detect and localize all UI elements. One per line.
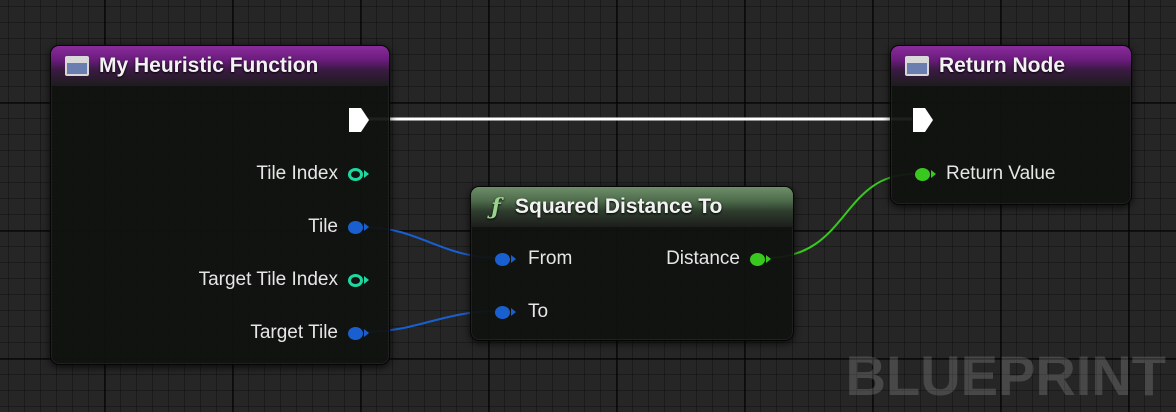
function-node-title: Squared Distance To [515, 195, 723, 218]
vector-pin-icon[interactable] [495, 305, 510, 319]
pin-arrow-icon [766, 255, 771, 263]
pin-label: Target Tile [250, 322, 338, 343]
pin-row-target-tile-index[interactable]: Target Tile Index [199, 267, 369, 293]
pin-arrow-icon [364, 276, 369, 284]
pin-row-to[interactable]: To [495, 299, 548, 325]
function-icon: ƒ [491, 194, 501, 220]
entry-node-header[interactable]: My Heuristic Function [51, 46, 389, 86]
pin-label: Tile [308, 216, 338, 237]
pin-row-return-value[interactable]: Return Value [915, 161, 1056, 187]
pin-row-target-tile[interactable]: Target Tile [250, 320, 369, 346]
function-result-icon [905, 56, 929, 76]
return-node[interactable]: Return Node Return Value [890, 45, 1132, 205]
function-entry-icon [65, 56, 89, 76]
pin-arrow-icon [511, 255, 516, 263]
vector-pin-icon[interactable] [348, 326, 363, 340]
entry-node[interactable]: My Heuristic Function Tile Index Tile Ta… [50, 45, 390, 365]
pin-row-distance[interactable]: Distance [666, 246, 771, 272]
integer-pin-icon[interactable] [348, 273, 363, 287]
pin-row-tile-index[interactable]: Tile Index [256, 161, 369, 187]
squared-distance-node[interactable]: ƒ Squared Distance To From To Distance [470, 186, 794, 341]
exec-output-pin-icon[interactable] [349, 108, 369, 132]
pin-label: From [528, 248, 573, 269]
pin-row-from[interactable]: From [495, 246, 572, 272]
return-node-title: Return Node [939, 54, 1065, 77]
pin-arrow-icon [364, 329, 369, 337]
pin-label: Return Value [946, 163, 1056, 184]
pin-label: Distance [666, 248, 740, 269]
pin-label: To [528, 301, 549, 322]
pin-label: Tile Index [256, 163, 338, 184]
vector-pin-icon[interactable] [495, 252, 510, 266]
pin-arrow-icon [364, 223, 369, 231]
integer-pin-icon[interactable] [348, 167, 363, 181]
return-exec-input[interactable] [913, 107, 933, 133]
return-node-header[interactable]: Return Node [891, 46, 1131, 86]
function-node-header[interactable]: ƒ Squared Distance To [471, 187, 793, 227]
vector-pin-icon[interactable] [348, 220, 363, 234]
entry-exec-output[interactable] [349, 107, 369, 133]
pin-row-tile[interactable]: Tile [308, 214, 369, 240]
float-pin-icon[interactable] [750, 252, 765, 266]
float-pin-icon[interactable] [915, 167, 930, 181]
exec-input-pin-icon[interactable] [913, 108, 933, 132]
pin-arrow-icon [511, 308, 516, 316]
entry-node-title: My Heuristic Function [99, 54, 319, 77]
pin-label: Target Tile Index [198, 269, 338, 290]
pin-arrow-icon [364, 170, 369, 178]
pin-arrow-icon [931, 170, 936, 178]
